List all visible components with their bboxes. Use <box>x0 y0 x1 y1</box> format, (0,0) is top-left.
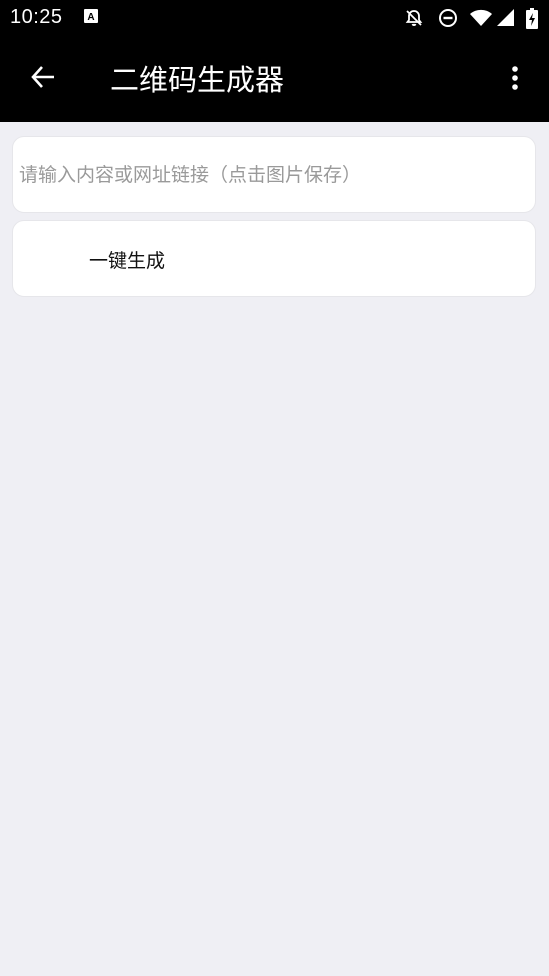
generate-button[interactable]: 一键生成 <box>12 220 536 297</box>
cell-signal-icon <box>497 8 517 28</box>
page-title: 二维码生成器 <box>110 63 285 97</box>
status-bar: 10:25 A <box>0 0 549 36</box>
content-input[interactable] <box>19 157 525 193</box>
more-vertical-icon <box>511 65 519 95</box>
content-input-card <box>12 136 536 213</box>
svg-text:A: A <box>87 12 94 23</box>
generate-button-label: 一键生成 <box>89 250 166 272</box>
overflow-menu-button[interactable] <box>499 60 531 100</box>
status-time: 10:25 <box>10 6 63 28</box>
do-not-disturb-icon <box>438 8 458 28</box>
wifi-icon <box>469 8 495 28</box>
battery-charging-icon <box>526 8 540 29</box>
bell-off-icon <box>404 8 424 28</box>
back-button[interactable] <box>22 58 64 100</box>
keyboard-a-icon: A <box>83 8 103 28</box>
app-bar: 二维码生成器 <box>0 36 549 122</box>
arrow-left-icon <box>30 64 56 94</box>
